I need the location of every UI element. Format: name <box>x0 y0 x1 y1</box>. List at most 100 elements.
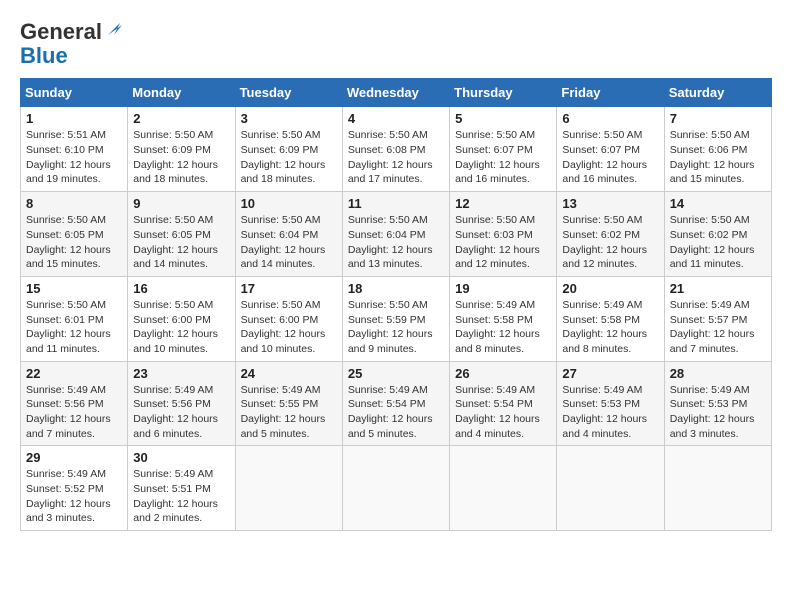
day-number: 2 <box>133 111 229 126</box>
day-detail: Sunrise: 5:50 AM Sunset: 6:02 PM Dayligh… <box>670 213 766 272</box>
week-row-3: 15 Sunrise: 5:50 AM Sunset: 6:01 PM Dayl… <box>21 276 772 361</box>
calendar-cell: 13 Sunrise: 5:50 AM Sunset: 6:02 PM Dayl… <box>557 192 664 277</box>
day-number: 20 <box>562 281 658 296</box>
logo-bird-icon <box>104 21 122 39</box>
day-detail: Sunrise: 5:49 AM Sunset: 5:54 PM Dayligh… <box>455 383 551 442</box>
calendar-cell <box>450 446 557 531</box>
calendar-cell: 18 Sunrise: 5:50 AM Sunset: 5:59 PM Dayl… <box>342 276 449 361</box>
calendar-cell: 14 Sunrise: 5:50 AM Sunset: 6:02 PM Dayl… <box>664 192 771 277</box>
calendar-cell: 4 Sunrise: 5:50 AM Sunset: 6:08 PM Dayli… <box>342 107 449 192</box>
calendar-cell: 2 Sunrise: 5:50 AM Sunset: 6:09 PM Dayli… <box>128 107 235 192</box>
calendar-cell: 27 Sunrise: 5:49 AM Sunset: 5:53 PM Dayl… <box>557 361 664 446</box>
calendar-cell: 6 Sunrise: 5:50 AM Sunset: 6:07 PM Dayli… <box>557 107 664 192</box>
day-number: 26 <box>455 366 551 381</box>
day-number: 18 <box>348 281 444 296</box>
weekday-wednesday: Wednesday <box>342 79 449 107</box>
day-number: 6 <box>562 111 658 126</box>
calendar-cell: 28 Sunrise: 5:49 AM Sunset: 5:53 PM Dayl… <box>664 361 771 446</box>
calendar-cell: 21 Sunrise: 5:49 AM Sunset: 5:57 PM Dayl… <box>664 276 771 361</box>
day-number: 16 <box>133 281 229 296</box>
day-number: 25 <box>348 366 444 381</box>
calendar-cell: 17 Sunrise: 5:50 AM Sunset: 6:00 PM Dayl… <box>235 276 342 361</box>
weekday-monday: Monday <box>128 79 235 107</box>
day-number: 13 <box>562 196 658 211</box>
day-number: 5 <box>455 111 551 126</box>
day-number: 12 <box>455 196 551 211</box>
calendar-cell: 9 Sunrise: 5:50 AM Sunset: 6:05 PM Dayli… <box>128 192 235 277</box>
day-number: 4 <box>348 111 444 126</box>
day-detail: Sunrise: 5:50 AM Sunset: 6:04 PM Dayligh… <box>241 213 337 272</box>
day-number: 11 <box>348 196 444 211</box>
day-detail: Sunrise: 5:50 AM Sunset: 6:08 PM Dayligh… <box>348 128 444 187</box>
day-number: 17 <box>241 281 337 296</box>
day-detail: Sunrise: 5:50 AM Sunset: 6:09 PM Dayligh… <box>241 128 337 187</box>
calendar-cell: 5 Sunrise: 5:50 AM Sunset: 6:07 PM Dayli… <box>450 107 557 192</box>
calendar-cell: 16 Sunrise: 5:50 AM Sunset: 6:00 PM Dayl… <box>128 276 235 361</box>
day-number: 1 <box>26 111 122 126</box>
calendar-cell: 8 Sunrise: 5:50 AM Sunset: 6:05 PM Dayli… <box>21 192 128 277</box>
day-number: 30 <box>133 450 229 465</box>
calendar-cell: 22 Sunrise: 5:49 AM Sunset: 5:56 PM Dayl… <box>21 361 128 446</box>
calendar-cell: 25 Sunrise: 5:49 AM Sunset: 5:54 PM Dayl… <box>342 361 449 446</box>
calendar-cell: 26 Sunrise: 5:49 AM Sunset: 5:54 PM Dayl… <box>450 361 557 446</box>
day-detail: Sunrise: 5:51 AM Sunset: 6:10 PM Dayligh… <box>26 128 122 187</box>
day-detail: Sunrise: 5:50 AM Sunset: 6:07 PM Dayligh… <box>455 128 551 187</box>
day-detail: Sunrise: 5:50 AM Sunset: 6:07 PM Dayligh… <box>562 128 658 187</box>
week-row-2: 8 Sunrise: 5:50 AM Sunset: 6:05 PM Dayli… <box>21 192 772 277</box>
day-detail: Sunrise: 5:49 AM Sunset: 5:56 PM Dayligh… <box>26 383 122 442</box>
day-detail: Sunrise: 5:50 AM Sunset: 6:03 PM Dayligh… <box>455 213 551 272</box>
day-number: 8 <box>26 196 122 211</box>
day-detail: Sunrise: 5:50 AM Sunset: 6:09 PM Dayligh… <box>133 128 229 187</box>
day-detail: Sunrise: 5:50 AM Sunset: 5:59 PM Dayligh… <box>348 298 444 357</box>
day-detail: Sunrise: 5:49 AM Sunset: 5:57 PM Dayligh… <box>670 298 766 357</box>
day-detail: Sunrise: 5:49 AM Sunset: 5:54 PM Dayligh… <box>348 383 444 442</box>
calendar-cell: 11 Sunrise: 5:50 AM Sunset: 6:04 PM Dayl… <box>342 192 449 277</box>
logo: General Blue <box>20 20 122 68</box>
weekday-friday: Friday <box>557 79 664 107</box>
week-row-5: 29 Sunrise: 5:49 AM Sunset: 5:52 PM Dayl… <box>21 446 772 531</box>
calendar-cell: 23 Sunrise: 5:49 AM Sunset: 5:56 PM Dayl… <box>128 361 235 446</box>
calendar-cell: 30 Sunrise: 5:49 AM Sunset: 5:51 PM Dayl… <box>128 446 235 531</box>
calendar-table: SundayMondayTuesdayWednesdayThursdayFrid… <box>20 78 772 531</box>
weekday-thursday: Thursday <box>450 79 557 107</box>
page-header: General Blue <box>20 20 772 68</box>
calendar-cell: 1 Sunrise: 5:51 AM Sunset: 6:10 PM Dayli… <box>21 107 128 192</box>
day-number: 15 <box>26 281 122 296</box>
day-number: 19 <box>455 281 551 296</box>
day-number: 3 <box>241 111 337 126</box>
day-detail: Sunrise: 5:50 AM Sunset: 6:04 PM Dayligh… <box>348 213 444 272</box>
logo-blue: Blue <box>20 44 68 68</box>
calendar-cell <box>235 446 342 531</box>
day-number: 27 <box>562 366 658 381</box>
calendar-cell: 29 Sunrise: 5:49 AM Sunset: 5:52 PM Dayl… <box>21 446 128 531</box>
day-detail: Sunrise: 5:50 AM Sunset: 6:06 PM Dayligh… <box>670 128 766 187</box>
day-detail: Sunrise: 5:50 AM Sunset: 6:01 PM Dayligh… <box>26 298 122 357</box>
logo-general: General <box>20 20 102 44</box>
calendar-cell: 10 Sunrise: 5:50 AM Sunset: 6:04 PM Dayl… <box>235 192 342 277</box>
day-detail: Sunrise: 5:50 AM Sunset: 6:05 PM Dayligh… <box>26 213 122 272</box>
day-number: 28 <box>670 366 766 381</box>
day-detail: Sunrise: 5:49 AM Sunset: 5:52 PM Dayligh… <box>26 467 122 526</box>
day-number: 22 <box>26 366 122 381</box>
calendar-cell: 24 Sunrise: 5:49 AM Sunset: 5:55 PM Dayl… <box>235 361 342 446</box>
calendar-cell: 15 Sunrise: 5:50 AM Sunset: 6:01 PM Dayl… <box>21 276 128 361</box>
day-detail: Sunrise: 5:50 AM Sunset: 6:02 PM Dayligh… <box>562 213 658 272</box>
day-detail: Sunrise: 5:49 AM Sunset: 5:56 PM Dayligh… <box>133 383 229 442</box>
day-detail: Sunrise: 5:49 AM Sunset: 5:51 PM Dayligh… <box>133 467 229 526</box>
calendar-cell <box>557 446 664 531</box>
day-number: 9 <box>133 196 229 211</box>
day-number: 21 <box>670 281 766 296</box>
weekday-header-row: SundayMondayTuesdayWednesdayThursdayFrid… <box>21 79 772 107</box>
day-number: 29 <box>26 450 122 465</box>
calendar-cell: 19 Sunrise: 5:49 AM Sunset: 5:58 PM Dayl… <box>450 276 557 361</box>
calendar-body: 1 Sunrise: 5:51 AM Sunset: 6:10 PM Dayli… <box>21 107 772 531</box>
weekday-tuesday: Tuesday <box>235 79 342 107</box>
day-detail: Sunrise: 5:49 AM Sunset: 5:53 PM Dayligh… <box>670 383 766 442</box>
day-detail: Sunrise: 5:50 AM Sunset: 6:00 PM Dayligh… <box>133 298 229 357</box>
week-row-1: 1 Sunrise: 5:51 AM Sunset: 6:10 PM Dayli… <box>21 107 772 192</box>
day-number: 7 <box>670 111 766 126</box>
calendar-cell: 20 Sunrise: 5:49 AM Sunset: 5:58 PM Dayl… <box>557 276 664 361</box>
day-detail: Sunrise: 5:49 AM Sunset: 5:53 PM Dayligh… <box>562 383 658 442</box>
day-number: 24 <box>241 366 337 381</box>
calendar-cell <box>664 446 771 531</box>
